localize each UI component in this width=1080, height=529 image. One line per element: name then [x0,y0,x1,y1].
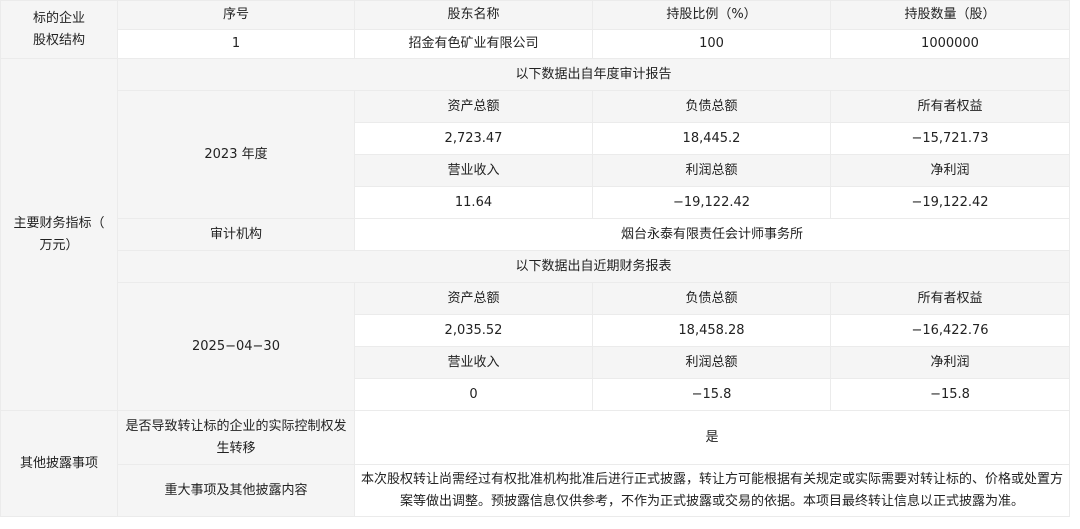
major-matters-row: 重大事项及其他披露内容 本次股权转让尚需经过有权批准机构批准后进行正式披露，转让… [1,464,1070,517]
financial-section-label-line2: 万元） [39,237,79,253]
recent-owner-equity-label: 所有者权益 [830,282,1070,315]
annual-revenue-label: 营业收入 [354,154,593,187]
other-section-label: 其他披露事项 [0,410,118,517]
annual-owner-equity-label: 所有者权益 [830,90,1070,123]
annual-caption: 以下数据出自年度审计报告 [117,58,1070,91]
recent-net-profit: −15.8 [830,378,1070,411]
auditor-row: 审计机构 烟台永泰有限责任会计师事务所 [1,218,1070,251]
disclosure-table: 标的企业 股权结构 序号 股东名称 持股比例（%） 持股数量（股） 1 招金有色… [0,0,1070,517]
recent-caption-row: 以下数据出自近期财务报表 [1,250,1070,283]
annual-caption-row: 主要财务指标（ 万元） 以下数据出自年度审计报告 [0,58,1070,411]
recent-owner-equity: −16,422.76 [830,314,1070,347]
annual-total-liabilities-label: 负债总额 [592,90,831,123]
annual-owner-equity: −15,721.73 [830,122,1070,155]
equity-row: 1 招金有色矿业有限公司 100 1000000 [1,29,1070,59]
recent-total-profit: −15.8 [592,378,831,411]
equity-section-label-line2: 股权结构 [32,32,85,48]
recent-net-profit-label: 净利润 [830,346,1070,379]
financial-section-label-line1: 主要财务指标（ [13,215,105,231]
annual-net-profit: −19,122.42 [830,186,1070,219]
recent-header-row-1: 2025−04−30 资产总额 负债总额 所有者权益 [1,282,1070,411]
major-matters-label: 重大事项及其他披露内容 [117,464,355,517]
auditor-label: 审计机构 [117,218,355,251]
annual-period: 2023 年度 [117,90,355,219]
annual-net-profit-label: 净利润 [830,154,1070,187]
equity-header-row: 标的企业 股权结构 序号 股东名称 持股比例（%） 持股数量（股） [0,0,1070,59]
equity-shareholder: 招金有色矿业有限公司 [354,29,593,59]
annual-header-row-1: 2023 年度 资产总额 负债总额 所有者权益 [1,90,1070,219]
recent-caption: 以下数据出自近期财务报表 [117,250,1070,283]
auditor-value: 烟台永泰有限责任会计师事务所 [354,218,1070,251]
recent-total-liabilities: 18,458.28 [592,314,831,347]
annual-revenue: 11.64 [354,186,593,219]
col-header-shares: 持股数量（股） [830,0,1070,30]
financial-section-label: 主要财务指标（ 万元） [0,58,118,411]
annual-total-liabilities: 18,445.2 [592,122,831,155]
recent-revenue-label: 营业收入 [354,346,593,379]
equity-shares: 1000000 [830,29,1070,59]
control-change-label: 是否导致转让标的企业的实际控制权发生转移 [117,410,355,465]
annual-total-assets-label: 资产总额 [354,90,593,123]
col-header-shareholder: 股东名称 [354,0,593,30]
equity-section-label-line1: 标的企业 [32,10,85,26]
equity-ratio: 100 [592,29,831,59]
recent-total-profit-label: 利润总额 [592,346,831,379]
col-header-ratio: 持股比例（%） [592,0,831,30]
annual-total-assets: 2,723.47 [354,122,593,155]
recent-revenue: 0 [354,378,593,411]
recent-period: 2025−04−30 [117,282,355,411]
control-change-value: 是 [354,410,1070,465]
equity-section-label: 标的企业 股权结构 [0,0,118,59]
annual-total-profit: −19,122.42 [592,186,831,219]
annual-total-profit-label: 利润总额 [592,154,831,187]
recent-total-liabilities-label: 负债总额 [592,282,831,315]
recent-total-assets-label: 资产总额 [354,282,593,315]
equity-index: 1 [117,29,355,59]
control-change-row: 其他披露事项 是否导致转让标的企业的实际控制权发生转移 是 [0,410,1070,517]
major-matters-value: 本次股权转让尚需经过有权批准机构批准后进行正式披露，转让方可能根据有关规定或实际… [354,464,1070,517]
recent-total-assets: 2,035.52 [354,314,593,347]
col-header-index: 序号 [117,0,355,30]
